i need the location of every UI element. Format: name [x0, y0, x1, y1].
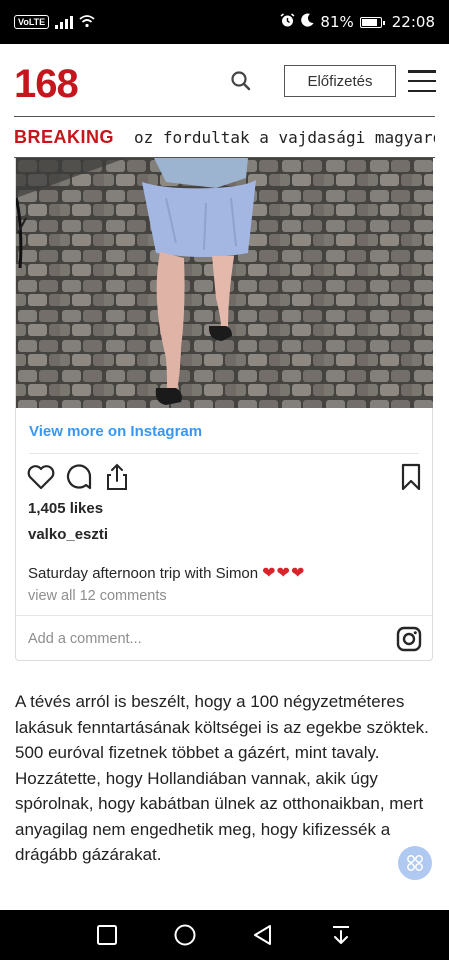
breaking-news-ticker[interactable]: BREAKING oz fordultak a vajdasági magyar…	[14, 116, 435, 158]
clock-time: 22:08	[391, 13, 435, 31]
view-more-on-instagram-link[interactable]: View more on Instagram	[29, 423, 202, 440]
breaking-ticker-text[interactable]: oz fordultak a vajdasági magyarok	[134, 128, 435, 147]
share-icon[interactable]	[102, 462, 132, 492]
circle-home-icon[interactable]	[173, 923, 197, 947]
triangle-back-icon[interactable]	[251, 923, 275, 947]
site-header: 168 Előfizetés	[0, 44, 449, 116]
caption-text: Saturday afternoon trip with Simon	[28, 564, 259, 582]
site-logo[interactable]: 168	[14, 62, 79, 107]
battery-percent: 81%	[320, 13, 354, 31]
instagram-actions	[26, 462, 421, 494]
instagram-embed: View more on Instagram 1,405 likes valko…	[15, 158, 433, 661]
breaking-label: BREAKING	[14, 126, 115, 147]
download-arrow-icon[interactable]	[329, 923, 353, 947]
comment-icon[interactable]	[64, 462, 94, 492]
view-all-comments-link[interactable]: view all 12 comments	[28, 588, 167, 604]
likes-count[interactable]: 1,405 likes	[28, 500, 103, 517]
alarm-icon	[280, 12, 295, 32]
hamburger-menu-icon[interactable]	[408, 70, 436, 92]
floating-action-button[interactable]	[398, 846, 432, 880]
add-comment-input[interactable]: Add a comment...	[28, 631, 142, 647]
battery-icon	[359, 16, 385, 28]
wifi-icon	[79, 14, 95, 31]
status-left: VoLTE	[14, 14, 280, 31]
status-bar: VoLTE 81% 22:08	[0, 0, 449, 44]
bookmark-icon[interactable]	[396, 462, 426, 492]
instagram-username[interactable]: valko_eszti	[28, 526, 108, 543]
divider	[16, 615, 432, 616]
search-icon[interactable]	[229, 69, 253, 93]
instagram-caption: Saturday afternoon trip with Simon ❤❤❤	[28, 563, 305, 583]
subscribe-button[interactable]: Előfizetés	[284, 65, 396, 97]
instagram-logo-icon[interactable]	[396, 626, 422, 652]
article-paragraph: A tévés arról is beszélt, hogy a 100 nég…	[15, 692, 429, 864]
status-right: 81% 22:08	[280, 12, 435, 32]
moon-icon	[301, 13, 314, 31]
heart-icon[interactable]	[26, 462, 56, 492]
divider	[29, 453, 419, 454]
square-recent-icon[interactable]	[95, 923, 119, 947]
signal-icon	[55, 15, 74, 29]
instagram-photo[interactable]	[16, 158, 433, 408]
heart-emojis: ❤❤❤	[262, 565, 306, 582]
system-nav-bar	[0, 910, 449, 960]
volte-badge: VoLTE	[14, 15, 50, 29]
